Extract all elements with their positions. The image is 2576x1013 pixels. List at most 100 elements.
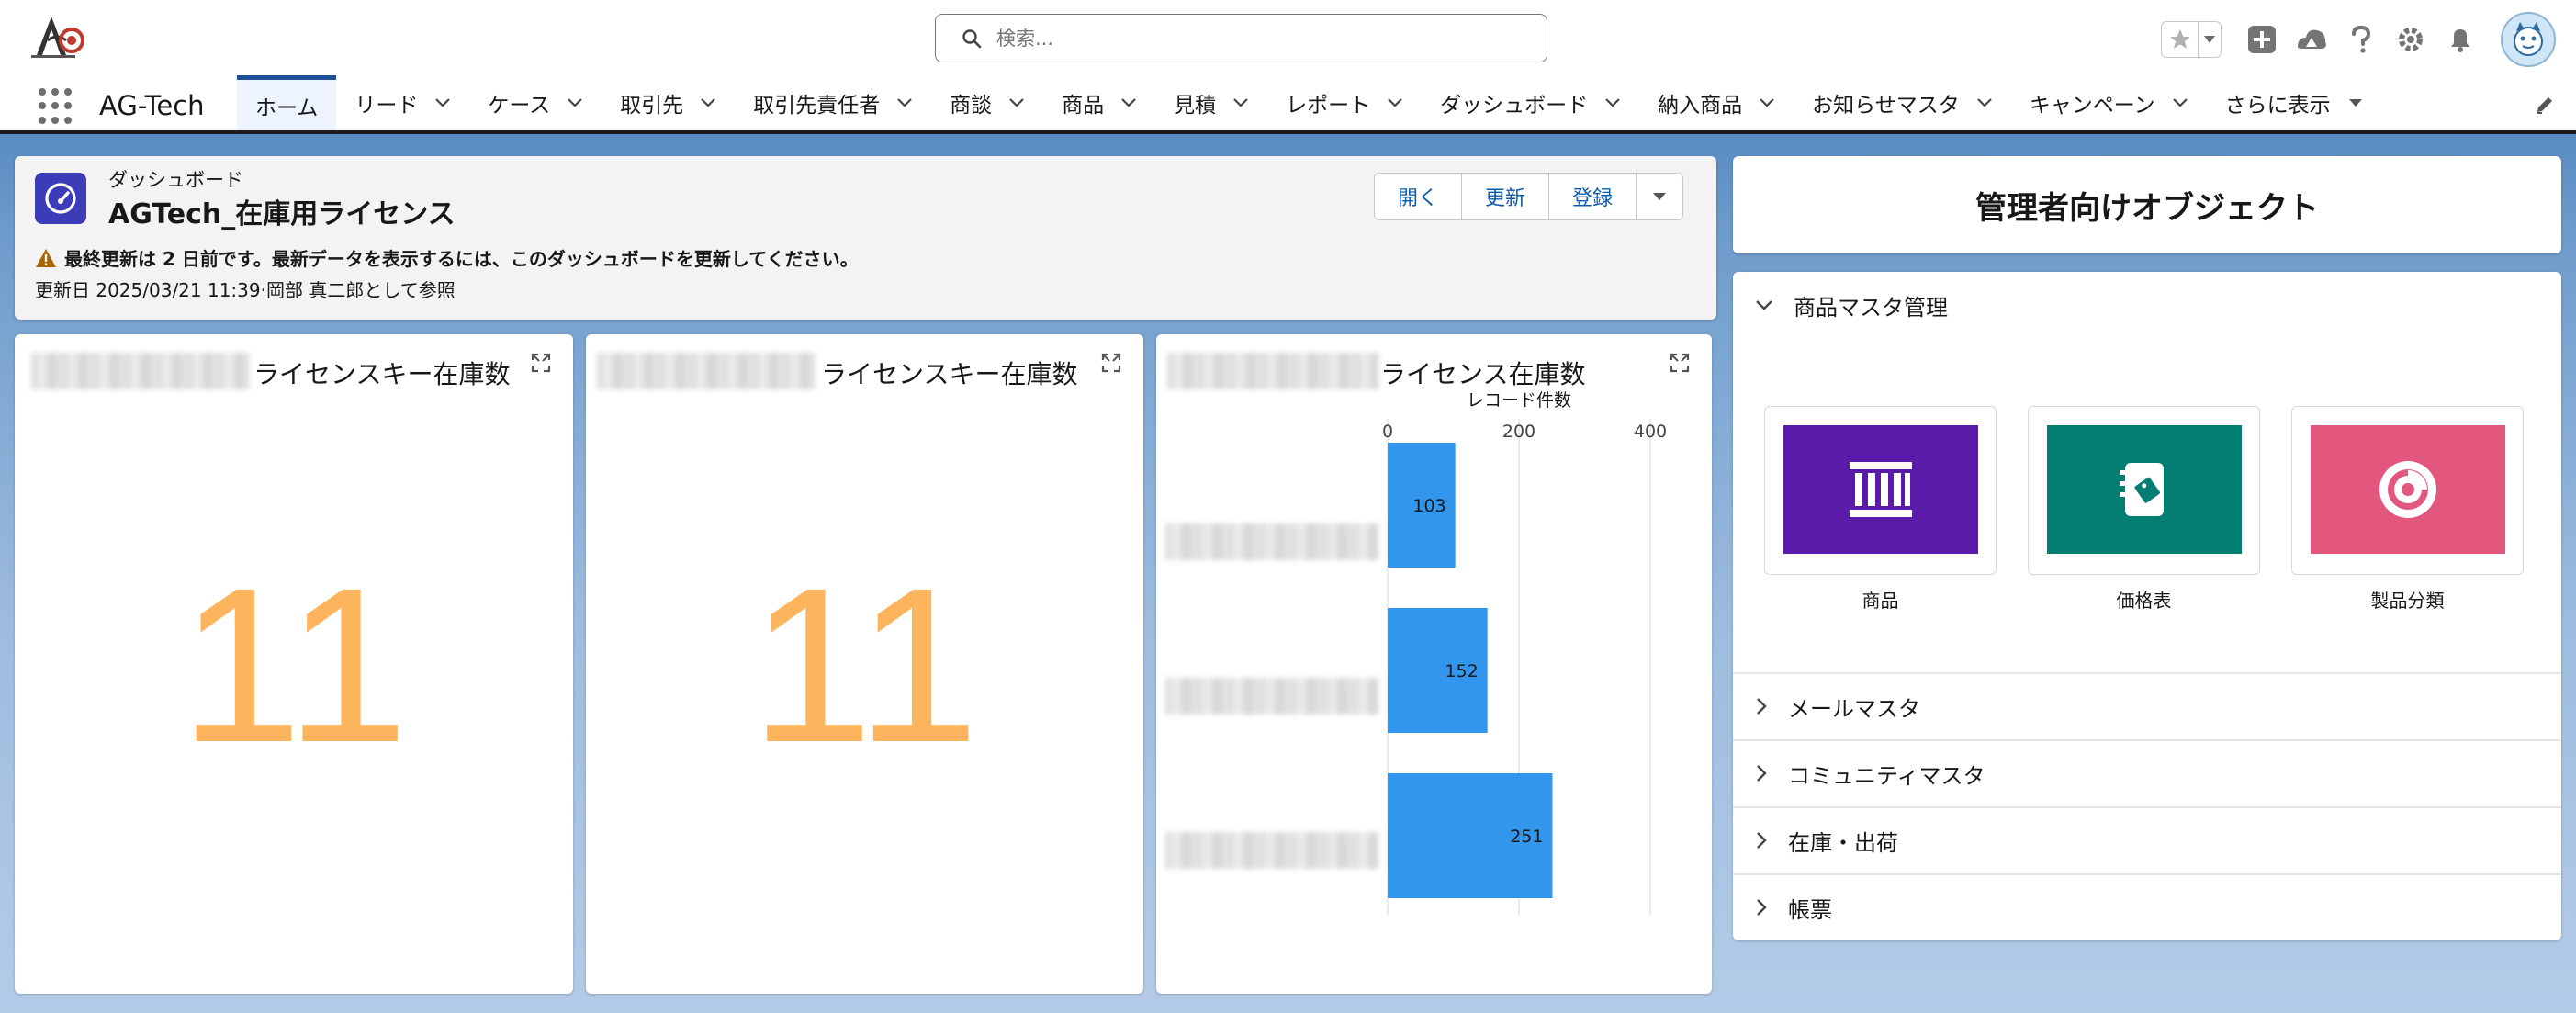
tab-contacts[interactable]: 取引先責任者 xyxy=(735,75,931,130)
pricebook-icon xyxy=(2047,425,2242,554)
tile-product-label: 商品 xyxy=(1862,590,1899,612)
favorites-dropdown-icon[interactable] xyxy=(2199,22,2221,57)
notification-bell-icon[interactable] xyxy=(2444,23,2477,56)
tab-more[interactable]: さらに表示 xyxy=(2207,75,2382,130)
tile-product-category-label: 製品分類 xyxy=(2370,590,2445,612)
expand-icon[interactable] xyxy=(1101,353,1121,377)
favorites-group xyxy=(2161,21,2222,58)
app-launcher-icon[interactable] xyxy=(39,88,75,125)
chevron-down-icon xyxy=(1756,300,1772,310)
nav-tabs: ホーム リード ケース 取引先 取引先責任者 商談 商品 見積 レポート ダッシ… xyxy=(237,75,2382,130)
redacted-title-prefix xyxy=(597,353,816,389)
x-tick-label: 200 xyxy=(1502,422,1535,442)
bar-chart: レコード件数 0 200 400 103 152 251 xyxy=(1382,390,1667,915)
tile-pricebook-label: 価格表 xyxy=(2116,590,2172,612)
chevron-down-icon[interactable] xyxy=(1008,97,1025,108)
tab-home[interactable]: ホーム xyxy=(237,75,337,130)
search-input[interactable] xyxy=(996,27,1511,50)
tile-product-category[interactable] xyxy=(2291,406,2524,575)
last-updated-text: 更新日 2025/03/21 11:39·岡部 真二郎として参照 xyxy=(35,279,456,301)
app-name: AG-Tech xyxy=(99,90,205,121)
setup-gear-icon[interactable] xyxy=(2394,23,2427,56)
chevron-down-icon[interactable] xyxy=(896,97,913,108)
tab-campaigns[interactable]: キャンペーン xyxy=(2011,75,2207,130)
chevron-down-icon[interactable] xyxy=(1120,97,1137,108)
chevron-down-icon[interactable] xyxy=(1759,97,1775,108)
chevron-down-icon[interactable] xyxy=(1232,97,1249,108)
tile-product[interactable] xyxy=(1764,406,1997,575)
user-avatar[interactable] xyxy=(2501,12,2556,67)
global-header xyxy=(0,0,2576,75)
x-tick-label: 400 xyxy=(1634,422,1667,442)
tab-reports[interactable]: レポート xyxy=(1267,75,1422,130)
chevron-down-icon[interactable] xyxy=(1604,97,1621,108)
bar-data-label: 152 xyxy=(1445,661,1478,681)
stale-data-warning: 最終更新は 2 日前です。最新データを表示するには、このダッシュボードを更新して… xyxy=(35,244,859,271)
bar-data-label: 251 xyxy=(1510,827,1543,847)
refresh-button[interactable]: 更新 xyxy=(1462,174,1550,219)
x-tick-label: 0 xyxy=(1382,422,1393,442)
metric-value: 11 xyxy=(749,542,980,788)
bar-data-label: 103 xyxy=(1412,496,1445,516)
chevron-right-icon xyxy=(1757,832,1767,849)
admin-objects-title: 管理者向けオブジェクト xyxy=(1975,189,2319,227)
tab-products[interactable]: 商品 xyxy=(1043,75,1155,130)
caret-down-icon[interactable] xyxy=(2347,97,2364,108)
tab-announcement-master[interactable]: お知らせマスタ xyxy=(1794,75,2011,130)
search-icon xyxy=(962,28,982,48)
tab-dashboards[interactable]: ダッシュボード xyxy=(1422,75,1639,130)
company-logo[interactable] xyxy=(24,13,94,62)
accordion-section-product-master[interactable]: 商品マスタ管理 xyxy=(1733,272,2561,338)
chevron-down-icon[interactable] xyxy=(1387,97,1403,108)
global-create-icon[interactable] xyxy=(2245,23,2278,56)
favorite-star-icon[interactable] xyxy=(2162,22,2199,57)
metric-widget-1[interactable]: ライセンスキー在庫数 11 xyxy=(15,334,573,994)
expand-icon[interactable] xyxy=(531,353,551,377)
accordion-section-mail-master[interactable]: メールマスタ xyxy=(1733,673,2561,739)
accordion-section-community-master[interactable]: コミュニティマスタ xyxy=(1733,740,2561,806)
widget-title: ライセンスキー在庫数 xyxy=(253,359,511,389)
open-button[interactable]: 開く xyxy=(1375,174,1463,219)
product-category-icon xyxy=(2311,425,2505,554)
tab-assets[interactable]: 納入商品 xyxy=(1639,75,1794,130)
dashboard-gauge-icon xyxy=(35,173,86,224)
tab-leads[interactable]: リード xyxy=(336,75,469,130)
dashboard-action-buttons: 開く 更新 登録 xyxy=(1374,173,1684,220)
tab-accounts[interactable]: 取引先 xyxy=(602,75,735,130)
product-master-tiles xyxy=(1764,406,2524,575)
product-icon xyxy=(1783,425,1978,554)
warning-text: 最終更新は 2 日前です。最新データを表示するには、このダッシュボードを更新して… xyxy=(64,248,859,270)
chevron-right-icon xyxy=(1757,765,1767,782)
accordion-section-forms[interactable]: 帳票 xyxy=(1733,874,2561,940)
chevron-down-icon[interactable] xyxy=(567,97,583,108)
dashboard-title: AGTech_在庫用ライセンス xyxy=(108,198,456,231)
metric-widget-2[interactable]: ライセンスキー在庫数 11 xyxy=(586,334,1143,994)
tab-opportunities[interactable]: 商談 xyxy=(931,75,1043,130)
header-utility-icons xyxy=(2161,12,2556,67)
admin-accordion: 商品マスタ管理 商品 価格表 製品分類 メールマスタ コミュニティマスタ 在庫・… xyxy=(1733,272,2561,940)
more-actions-button[interactable] xyxy=(1637,174,1683,219)
chevron-right-icon xyxy=(1757,698,1767,715)
chevron-down-icon[interactable] xyxy=(434,97,451,108)
accordion-section-inventory-shipping[interactable]: 在庫・出荷 xyxy=(1733,807,2561,873)
dashboard-type-label: ダッシュボード xyxy=(108,169,243,191)
tab-quotes[interactable]: 見積 xyxy=(1155,75,1267,130)
subscribe-button[interactable]: 登録 xyxy=(1549,174,1637,219)
global-search[interactable] xyxy=(935,14,1547,62)
help-icon[interactable] xyxy=(2345,23,2378,56)
chevron-right-icon xyxy=(1757,899,1767,916)
chevron-down-icon[interactable] xyxy=(2172,97,2188,108)
chevron-down-icon[interactable] xyxy=(1976,97,1993,108)
tile-pricebook[interactable] xyxy=(2028,406,2260,575)
admin-objects-title-card: 管理者向けオブジェクト xyxy=(1733,156,2561,253)
metric-value: 11 xyxy=(179,542,409,788)
tab-cases[interactable]: ケース xyxy=(469,75,602,130)
edit-nav-pencil-icon[interactable] xyxy=(2534,94,2556,119)
chevron-down-icon[interactable] xyxy=(700,97,716,108)
x-axis-label: レコード件数 xyxy=(1467,390,1571,411)
bar-chart-widget[interactable]: ライセンス在庫数 レコード件数 0 200 400 103 152 251 xyxy=(1156,334,1712,994)
redacted-title-prefix xyxy=(31,353,250,389)
caret-down-icon xyxy=(1653,193,1667,200)
trailhead-icon[interactable] xyxy=(2295,23,2328,56)
widget-title: ライセンスキー在庫数 xyxy=(821,359,1078,389)
